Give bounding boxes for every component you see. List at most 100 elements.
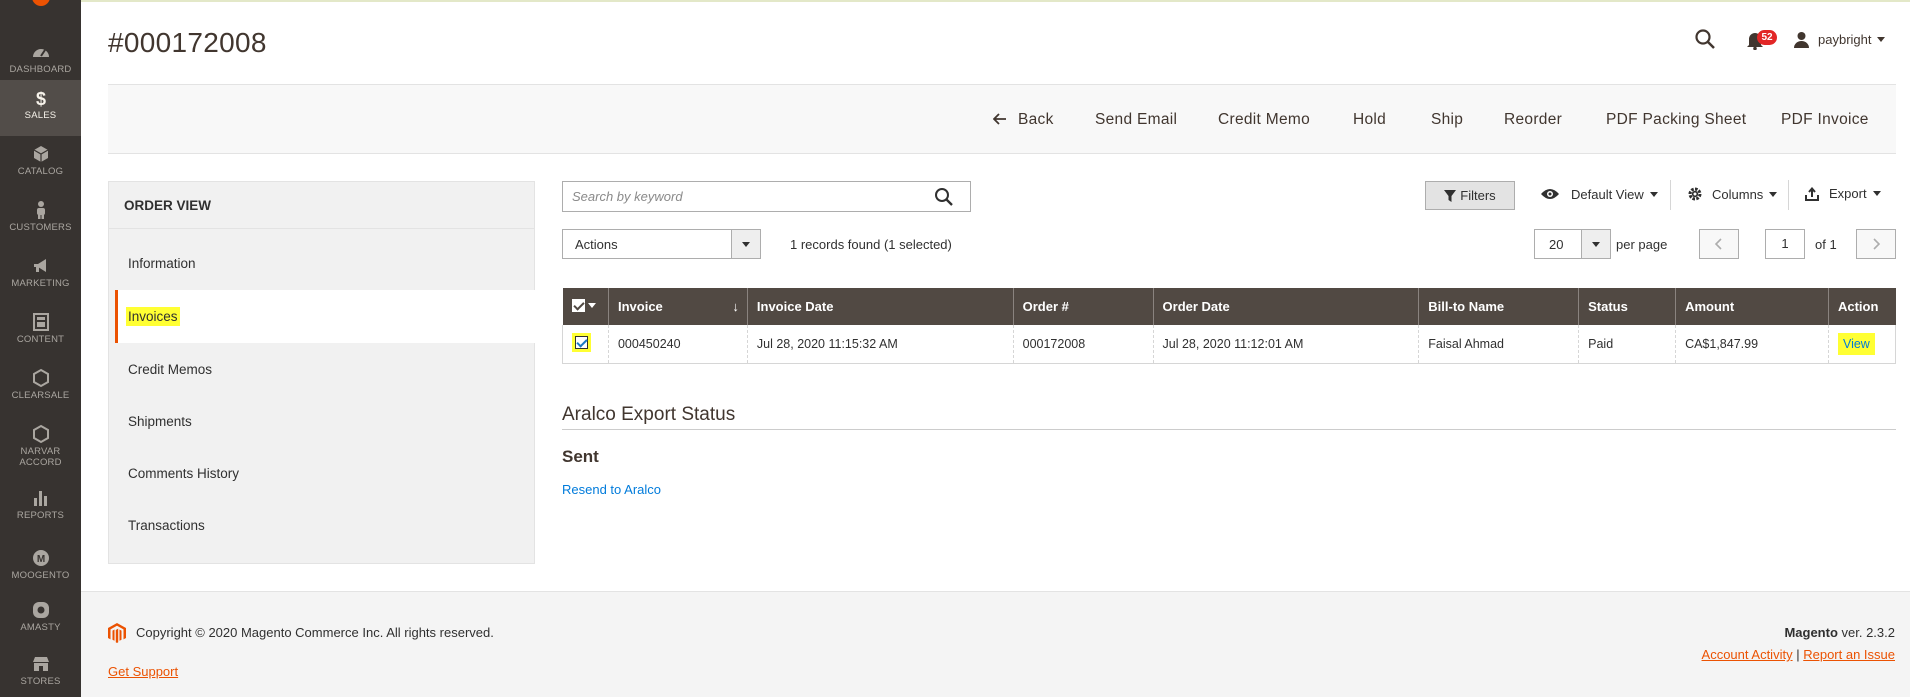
chevron-down-icon[interactable] (1581, 230, 1610, 258)
view-invoice-link[interactable]: View (1837, 332, 1875, 355)
tab-credit-memos[interactable]: Credit Memos (128, 362, 212, 377)
svg-text:$: $ (35, 89, 45, 108)
col-bill-to-name[interactable]: Bill-to Name (1418, 288, 1579, 325)
search-icon[interactable] (934, 187, 954, 207)
aralco-section-title: Aralco Export Status (562, 404, 736, 425)
megaphone-icon (0, 256, 81, 278)
menu-customers[interactable]: Customers (0, 192, 81, 248)
col-invoice[interactable]: Invoice ↓ (607, 288, 748, 325)
select-all-checkbox[interactable] (571, 298, 596, 312)
next-page-button[interactable] (1856, 229, 1896, 259)
cell-order-number: 000172008 (1012, 325, 1154, 364)
chevron-down-icon (587, 302, 596, 308)
ship-button[interactable]: Ship (1431, 111, 1463, 129)
resend-to-aralco-link[interactable]: Resend to Aralco (562, 482, 661, 497)
columns-dropdown[interactable]: Columns (1687, 186, 1778, 202)
top-border (81, 0, 1910, 2)
report-issue-link[interactable]: Report an Issue (1803, 647, 1895, 662)
actions-label: Actions (575, 237, 618, 252)
notifications-badge[interactable]: 52 (1757, 30, 1777, 45)
menu-amasty[interactable]: Amasty (0, 592, 81, 648)
row-checkbox[interactable] (572, 332, 591, 352)
search-icon[interactable] (1694, 28, 1716, 50)
menu-narvar-accord[interactable]: Narvar Accord (0, 416, 81, 472)
cell-amount: CA$1,847.99 (1675, 325, 1829, 364)
tab-information[interactable]: Information (128, 256, 196, 271)
dashboard-icon (0, 42, 81, 64)
menu-moogento[interactable]: M Moogento (0, 540, 81, 596)
magento-logo-icon[interactable] (32, 0, 50, 6)
divider (109, 228, 534, 229)
page-actions-bar: Back Send Email Credit Memo Hold Ship Re… (108, 84, 1896, 154)
col-order-number[interactable]: Order # (1012, 288, 1154, 325)
mass-actions-select[interactable]: Actions (562, 229, 761, 259)
get-support-link[interactable]: Get Support (108, 664, 178, 679)
select-all-header[interactable] (562, 288, 609, 325)
sort-arrow-icon: ↓ (732, 299, 739, 314)
prev-page-button[interactable] (1699, 229, 1739, 259)
chevron-down-icon[interactable] (731, 230, 760, 258)
divider (1788, 180, 1789, 210)
pdf-invoice-button[interactable]: PDF Invoice (1781, 111, 1869, 129)
menu-sales[interactable]: $ Sales (0, 80, 81, 136)
moogento-icon: M (0, 548, 81, 570)
divider (562, 429, 1896, 430)
magento-logo-icon (108, 623, 126, 643)
table-row[interactable]: 000450240 Jul 28, 2020 11:15:32 AM 00017… (562, 325, 1897, 364)
cell-order-date: Jul 28, 2020 11:12:01 AM (1152, 325, 1419, 364)
per-page-value: 20 (1549, 237, 1564, 252)
tab-invoices[interactable]: Invoices (115, 290, 536, 343)
export-dropdown[interactable]: Export (1805, 186, 1881, 201)
invoices-grid: Invoice ↓ Invoice Date Order # Order Date… (562, 288, 1897, 364)
menu-clearsale[interactable]: Clearsale (0, 360, 81, 416)
hold-button[interactable]: Hold (1353, 111, 1386, 129)
search-input[interactable] (563, 182, 923, 211)
menu-reports[interactable]: Reports (0, 480, 81, 536)
dollar-icon: $ (0, 88, 81, 110)
menu-content[interactable]: Content (0, 304, 81, 360)
col-invoice-date[interactable]: Invoice Date (746, 288, 1014, 325)
cell-action: View (1827, 325, 1897, 364)
svg-text:M: M (36, 554, 44, 565)
account-activity-link[interactable]: Account Activity (1702, 647, 1793, 662)
tab-transactions[interactable]: Transactions (128, 518, 205, 533)
filter-icon (1444, 189, 1457, 202)
filters-button[interactable]: Filters (1425, 181, 1515, 210)
send-email-button[interactable]: Send Email (1095, 111, 1177, 129)
view-dropdown[interactable]: Default View (1540, 186, 1658, 202)
user-name: paybright (1818, 32, 1872, 47)
store-icon (0, 654, 81, 676)
aralco-export-status: Sent (562, 447, 599, 466)
menu-stores[interactable]: Stores (0, 646, 81, 697)
chevron-left-icon (1714, 238, 1722, 250)
chevron-right-icon (1873, 238, 1881, 250)
pdf-packing-sheet-button[interactable]: PDF Packing Sheet (1606, 111, 1746, 129)
page-number-input[interactable]: 1 (1765, 229, 1805, 259)
col-amount[interactable]: Amount (1675, 288, 1829, 325)
chevron-down-icon (1769, 191, 1778, 197)
gear-icon (1688, 187, 1702, 201)
admin-sidebar: Dashboard $ Sales Catalog Customers Mark… (0, 0, 81, 697)
reorder-button[interactable]: Reorder (1504, 111, 1562, 129)
tab-comments-history[interactable]: Comments History (128, 466, 239, 481)
page-title: #000172008 (108, 27, 267, 58)
link-separator: | (1796, 647, 1800, 662)
tab-shipments[interactable]: Shipments (128, 414, 192, 429)
row-select-cell (562, 325, 609, 364)
order-view-tabs: Order View Information Invoices Credit M… (108, 181, 536, 564)
arrow-left-icon (992, 113, 1006, 125)
bar-chart-icon (0, 488, 81, 510)
records-found: 1 records found (1 selected) (790, 237, 952, 252)
col-status[interactable]: Status (1578, 288, 1676, 325)
box-icon (0, 144, 81, 166)
per-page-select[interactable]: 20 (1534, 229, 1611, 259)
user-menu[interactable]: paybright (1793, 31, 1886, 48)
per-page-label: per page (1616, 237, 1668, 252)
col-order-date[interactable]: Order Date (1152, 288, 1419, 325)
back-button[interactable]: Back (992, 111, 1054, 129)
credit-memo-button[interactable]: Credit Memo (1218, 111, 1310, 129)
menu-marketing[interactable]: Marketing (0, 248, 81, 304)
menu-catalog[interactable]: Catalog (0, 136, 81, 192)
copyright-text: Copyright © 2020 Magento Commerce Inc. A… (136, 625, 494, 640)
amasty-icon (0, 600, 81, 622)
